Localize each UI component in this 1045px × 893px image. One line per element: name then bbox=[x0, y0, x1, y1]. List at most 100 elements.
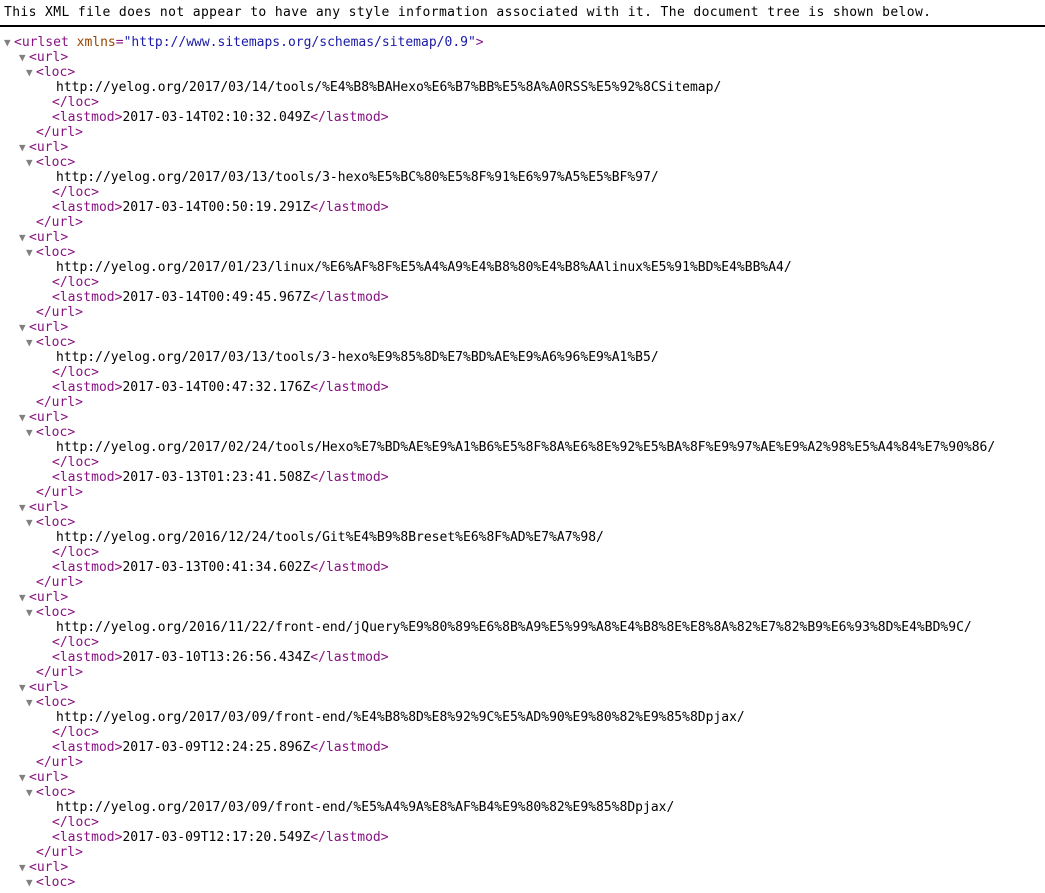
url-tag-name: url bbox=[36, 140, 61, 155]
lastmod-tag-name: lastmod bbox=[59, 380, 115, 395]
lastmod-value: 2017-03-14T02:10:32.049Z bbox=[122, 110, 311, 125]
lastmod-close-tag-name: lastmod bbox=[325, 830, 381, 845]
loc-open-line: ▼ <loc> bbox=[26, 245, 76, 260]
twisty-icon[interactable]: ▼ bbox=[19, 500, 29, 515]
lastmod-close-tag-name: lastmod bbox=[325, 110, 381, 125]
url-open-line: ▼ <url> bbox=[19, 320, 69, 335]
url-close-tag-name: url bbox=[51, 575, 76, 590]
twisty-icon[interactable]: ▼ bbox=[26, 245, 36, 260]
url-close-line: ▼</url> bbox=[4, 845, 1045, 860]
loc-value-line: http://yelog.org/2016/12/24/tools/Git%E4… bbox=[4, 530, 1045, 545]
twisty-spacer: ▼ bbox=[42, 560, 52, 575]
loc-open-line: ▼ <loc> bbox=[26, 695, 76, 710]
url-entry: ▼ <url> ▼ <loc> http://yelog.org/2017/03/09/… bbox=[4, 770, 1045, 860]
twisty-spacer: ▼ bbox=[26, 485, 36, 500]
twisty-icon[interactable]: ▼ bbox=[26, 785, 36, 800]
twisty-spacer: ▼ bbox=[26, 665, 36, 680]
twisty-spacer: ▼ bbox=[42, 95, 52, 110]
twisty-spacer: ▼ bbox=[42, 545, 52, 560]
lastmod-close-tag-name: lastmod bbox=[325, 650, 381, 665]
loc-close-line: ▼</loc> bbox=[4, 815, 1045, 830]
lastmod-value: 2017-03-14T00:50:19.291Z bbox=[122, 200, 311, 215]
twisty-spacer: ▼ bbox=[42, 290, 52, 305]
loc-open-line: ▼ <loc> bbox=[26, 335, 76, 350]
twisty-spacer: ▼ bbox=[42, 380, 52, 395]
url-close-tag-name: url bbox=[51, 215, 76, 230]
partial-loc-tag-name: loc bbox=[43, 875, 68, 890]
url-tag-name: url bbox=[36, 770, 61, 785]
twisty-icon[interactable]: ▼ bbox=[19, 320, 29, 335]
twisty-icon[interactable]: ▼ bbox=[26, 155, 36, 170]
lastmod-line: ▼<lastmod>2017-03-09T12:17:20.549Z</last… bbox=[4, 830, 1045, 845]
lastmod-value: 2017-03-09T12:24:25.896Z bbox=[122, 740, 311, 755]
url-open-line: ▼ <url> bbox=[19, 140, 69, 155]
loc-url-text: http://yelog.org/2017/03/09/front-end/%E… bbox=[56, 800, 675, 815]
urlset-xmlns-attr-value: http://www.sitemaps.org/schemas/sitemap/… bbox=[131, 35, 468, 50]
twisty-spacer: ▼ bbox=[26, 575, 36, 590]
twisty-icon[interactable]: ▼ bbox=[26, 605, 36, 620]
twisty-icon[interactable]: ▼ bbox=[19, 140, 29, 155]
twisty-icon[interactable]: ▼ bbox=[19, 410, 29, 425]
url-close-line: ▼</url> bbox=[4, 485, 1045, 500]
twisty-icon[interactable]: ▼ bbox=[19, 770, 29, 785]
twisty-icon[interactable]: ▼ bbox=[19, 680, 29, 695]
loc-close-tag-name: loc bbox=[67, 455, 92, 470]
twisty-spacer: ▼ bbox=[42, 830, 52, 845]
url-close-tag-name: url bbox=[51, 665, 76, 680]
lastmod-close-tag-name: lastmod bbox=[325, 290, 381, 305]
url-close-tag-name: url bbox=[51, 845, 76, 860]
twisty-icon[interactable]: ▼ bbox=[26, 875, 36, 890]
twisty-icon[interactable]: ▼ bbox=[26, 425, 36, 440]
loc-tag-name: loc bbox=[43, 785, 68, 800]
url-open-line: ▼ <url> bbox=[19, 500, 69, 515]
twisty-icon[interactable]: ▼ bbox=[4, 35, 14, 50]
lastmod-value: 2017-03-09T12:17:20.549Z bbox=[122, 830, 311, 845]
loc-close-line: ▼</loc> bbox=[4, 275, 1045, 290]
loc-close-line: ▼</loc> bbox=[4, 725, 1045, 740]
url-entry: ▼ <url> ▼ <loc> http://yelog.org/2017/02/24/… bbox=[4, 410, 1045, 500]
url-open-line: ▼ <url> bbox=[19, 770, 69, 785]
twisty-spacer: ▼ bbox=[42, 740, 52, 755]
lastmod-tag-name: lastmod bbox=[59, 740, 115, 755]
loc-url-text: http://yelog.org/2016/11/22/front-end/jQ… bbox=[56, 620, 972, 635]
url-open-line: ▼ <url> bbox=[19, 50, 69, 65]
twisty-icon[interactable]: ▼ bbox=[19, 590, 29, 605]
twisty-icon[interactable]: ▼ bbox=[19, 230, 29, 245]
loc-close-tag-name: loc bbox=[67, 635, 92, 650]
loc-close-tag-name: loc bbox=[67, 815, 92, 830]
twisty-icon[interactable]: ▼ bbox=[19, 860, 29, 875]
lastmod-close-tag-name: lastmod bbox=[325, 470, 381, 485]
lastmod-close-tag-name: lastmod bbox=[325, 740, 381, 755]
url-close-line: ▼</url> bbox=[4, 665, 1045, 680]
twisty-icon[interactable]: ▼ bbox=[26, 515, 36, 530]
url-close-line: ▼</url> bbox=[4, 395, 1045, 410]
url-tag-name: url bbox=[36, 410, 61, 425]
lastmod-tag-name: lastmod bbox=[59, 650, 115, 665]
partial-url-open-line: ▼ <url> bbox=[19, 860, 69, 875]
loc-url-text: http://yelog.org/2017/01/23/linux/%E6%AF… bbox=[56, 260, 792, 275]
twisty-icon[interactable]: ▼ bbox=[26, 695, 36, 710]
lastmod-line: ▼<lastmod>2017-03-13T01:23:41.508Z</last… bbox=[4, 470, 1045, 485]
loc-tag-name: loc bbox=[43, 605, 68, 620]
twisty-icon[interactable]: ▼ bbox=[26, 335, 36, 350]
url-entry-list: ▼ <url> ▼ <loc> http://yelog.org/2017/03/14/… bbox=[4, 50, 1045, 860]
url-close-tag-name: url bbox=[51, 485, 76, 500]
loc-open-line: ▼ <loc> bbox=[26, 605, 76, 620]
url-tag-name: url bbox=[36, 590, 61, 605]
twisty-spacer: ▼ bbox=[26, 845, 36, 860]
loc-open-line: ▼ <loc> bbox=[26, 65, 76, 80]
partial-loc-open-line: ▼ <loc> bbox=[26, 875, 76, 890]
twisty-icon[interactable]: ▼ bbox=[19, 50, 29, 65]
url-tag-name: url bbox=[36, 230, 61, 245]
loc-url-text: http://yelog.org/2017/03/09/front-end/%E… bbox=[56, 710, 745, 725]
url-entry: ▼ <url> ▼ <loc> http://yelog.org/2017/03/13/… bbox=[4, 140, 1045, 230]
lastmod-value: 2017-03-14T00:47:32.176Z bbox=[122, 380, 311, 395]
loc-value-line: http://yelog.org/2017/03/13/tools/3-hexo… bbox=[4, 350, 1045, 365]
url-tag-name: url bbox=[36, 320, 61, 335]
loc-url-text: http://yelog.org/2017/03/13/tools/3-hexo… bbox=[56, 350, 659, 365]
lastmod-close-tag-name: lastmod bbox=[325, 200, 381, 215]
lastmod-value: 2017-03-13T01:23:41.508Z bbox=[122, 470, 311, 485]
url-entry: ▼ <url> ▼ <loc> http://yelog.org/2017/03/09/… bbox=[4, 680, 1045, 770]
loc-value-line: http://yelog.org/2017/03/09/front-end/%E… bbox=[4, 800, 1045, 815]
twisty-icon[interactable]: ▼ bbox=[26, 65, 36, 80]
